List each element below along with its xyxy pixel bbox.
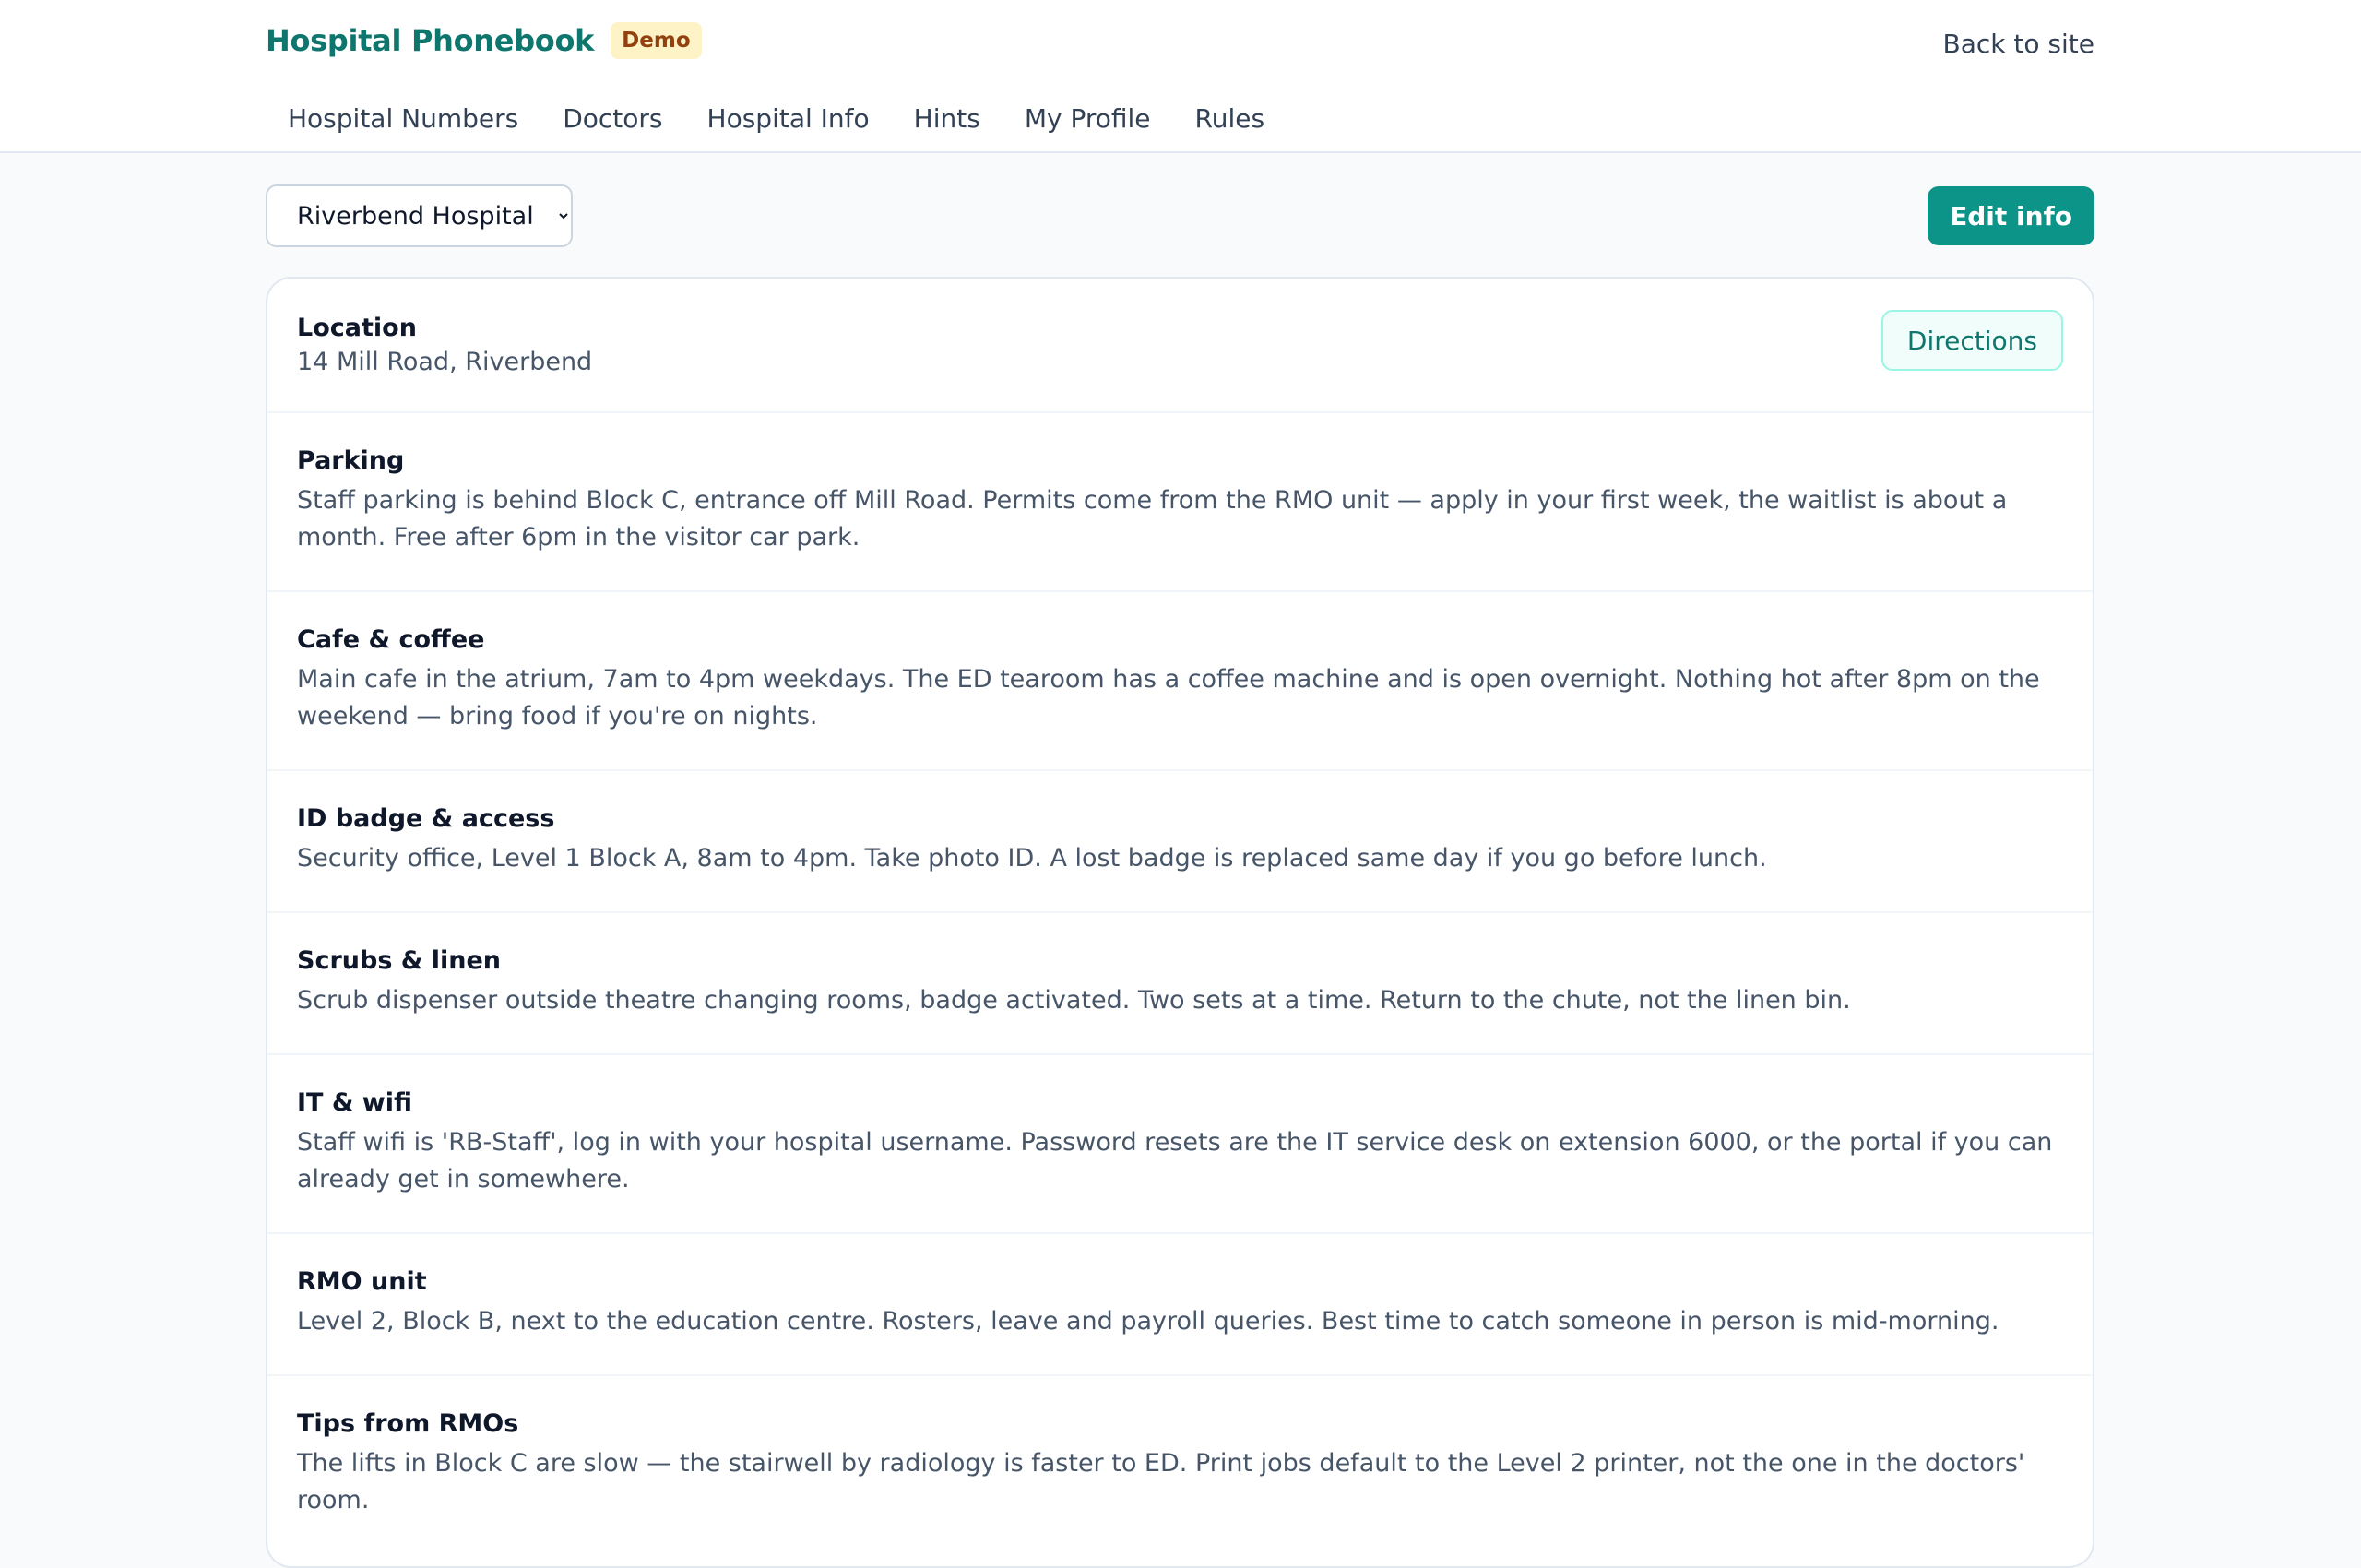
section-title: IT & wifi (297, 1088, 413, 1117)
demo-badge: Demo (611, 22, 702, 59)
info-section-it-wifi: IT & wifi Staff wifi is 'RB-Staff', log … (267, 1055, 2093, 1234)
app-title[interactable]: Hospital Phonebook (266, 23, 594, 58)
main-nav: Hospital Numbers Doctors Hospital Info H… (266, 103, 1287, 134)
directions-button[interactable]: Directions (1880, 310, 2063, 371)
edit-info-button[interactable]: Edit info (1928, 186, 2094, 245)
nav-hints[interactable]: Hints (892, 103, 1003, 134)
info-section-scrubs: Scrubs & linen Scrub dispenser outside t… (267, 913, 2093, 1055)
section-body: Staff parking is behind Block C, entranc… (297, 486, 2008, 552)
info-section-tips: Tips from RMOs The lifts in Block C are … (267, 1376, 2093, 1555)
nav-my-profile[interactable]: My Profile (1003, 103, 1173, 134)
hospital-info-card: Location 14 Mill Road, Riverbend Directi… (266, 277, 2094, 1568)
hospital-select[interactable]: Riverbend Hospital (266, 184, 573, 247)
section-title: Scrubs & linen (297, 946, 501, 975)
section-body: Staff wifi is 'RB-Staff', log in with yo… (297, 1128, 2053, 1194)
top-header: Hospital Phonebook Demo Back to site Hos… (0, 0, 2361, 153)
section-body: Scrub dispenser outside theatre changing… (297, 986, 1851, 1015)
info-section-id-badge: ID badge & access Security office, Level… (267, 771, 2093, 913)
section-body: Level 2, Block B, next to the education … (297, 1307, 1999, 1336)
section-title: ID badge & access (297, 804, 555, 833)
location-section: Location 14 Mill Road, Riverbend Directi… (267, 279, 2093, 413)
section-title: Location (297, 314, 417, 342)
section-body: Main cafe in the atrium, 7am to 4pm week… (297, 665, 2040, 731)
nav-rules[interactable]: Rules (1173, 103, 1287, 134)
location-address: 14 Mill Road, Riverbend (297, 348, 593, 376)
info-section-cafe: Cafe & coffee Main cafe in the atrium, 7… (267, 592, 2093, 771)
section-title: Cafe & coffee (297, 625, 485, 654)
nav-hospital-info[interactable]: Hospital Info (685, 103, 892, 134)
brand: Hospital Phonebook Demo (266, 22, 702, 59)
section-body: Security office, Level 1 Block A, 8am to… (297, 844, 1767, 873)
info-section-parking: Parking Staff parking is behind Block C,… (267, 413, 2093, 592)
back-to-site-link[interactable]: Back to site (1943, 29, 2094, 59)
section-title: Tips from RMOs (297, 1409, 519, 1438)
section-title: RMO unit (297, 1267, 427, 1296)
section-title: Parking (297, 446, 405, 475)
nav-hospital-numbers[interactable]: Hospital Numbers (266, 103, 540, 134)
nav-doctors[interactable]: Doctors (540, 103, 684, 134)
section-body: The lifts in Block C are slow — the stai… (297, 1449, 2025, 1515)
info-section-rmo-unit: RMO unit Level 2, Block B, next to the e… (267, 1234, 2093, 1376)
